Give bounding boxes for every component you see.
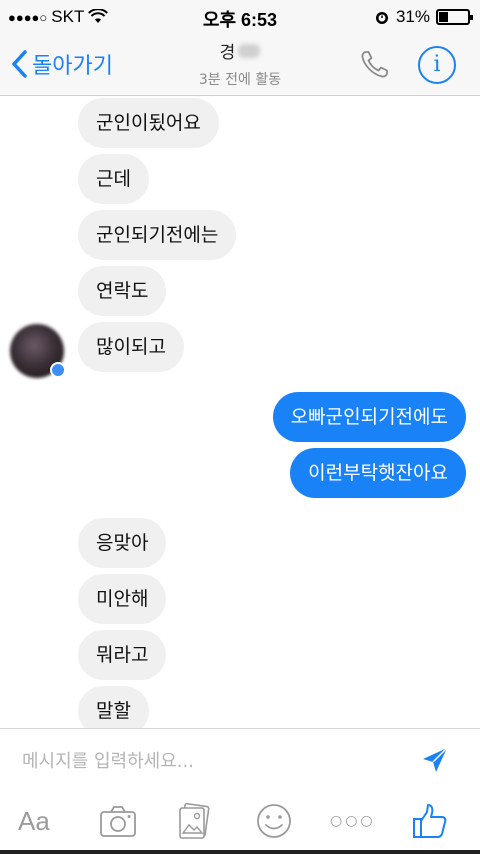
conversation-title[interactable]: 경 3분 전에 활동 <box>0 38 480 89</box>
message-bubble-incoming[interactable]: 많이되고 <box>78 322 184 372</box>
text-format-button[interactable]: Aa <box>18 799 50 843</box>
contact-name: 경 <box>220 38 261 63</box>
messenger-badge-icon <box>50 362 66 378</box>
message-bubble-incoming[interactable]: 군인이됬어요 <box>78 98 219 148</box>
navigation-bar: 돌아가기 경 3분 전에 활동 i <box>0 34 480 96</box>
battery-icon <box>436 9 473 25</box>
message-bubble-incoming[interactable]: 근데 <box>78 154 149 204</box>
battery-fill <box>439 12 449 22</box>
status-bar: ●●●●○ SKT 오후 6:53 31% <box>0 0 480 34</box>
bottom-edge <box>0 850 480 854</box>
battery-percent: 31% <box>395 7 430 26</box>
message-input[interactable]: 메시지를 입력하세요... <box>22 747 194 773</box>
message-bubble-outgoing[interactable]: 이런부탁햇잔아요 <box>290 448 466 498</box>
message-bubble-incoming[interactable]: 군인되기전에는 <box>78 210 237 260</box>
alarm-icon <box>375 12 388 24</box>
info-icon[interactable]: i <box>418 46 456 84</box>
thumbs-up-icon[interactable] <box>410 799 450 843</box>
camera-icon[interactable] <box>98 799 138 843</box>
gallery-icon[interactable] <box>176 799 212 843</box>
message-bubble-incoming[interactable]: 뭐라고 <box>78 630 167 680</box>
status-right: 31% <box>374 7 473 27</box>
message-bubble-outgoing[interactable]: 오빠군인되기전에도 <box>272 392 466 442</box>
send-icon[interactable] <box>420 745 450 775</box>
smiley-icon[interactable] <box>254 799 294 843</box>
message-bubble-incoming[interactable]: 응맞아 <box>78 518 167 568</box>
message-bubble-incoming[interactable]: 연락도 <box>78 266 167 316</box>
name-redaction <box>238 43 261 58</box>
message-thread[interactable]: 군인이됬어요 근데 군인되기전에는 연락도 많이되고 오빠군인되기전에도 이런부… <box>0 96 480 728</box>
composer-toolbar: Aa ○○○ <box>0 799 480 849</box>
phone-icon[interactable] <box>357 48 391 82</box>
message-bubble-incoming[interactable]: 미안해 <box>78 574 167 624</box>
messenger-screen: ●●●●○ SKT 오후 6:53 31% 돌아가기 경 3분 전에 활동 i … <box>0 0 480 854</box>
message-bubble-incoming[interactable]: 말할 <box>78 686 149 728</box>
contact-name-text: 경 <box>219 43 236 63</box>
last-active-status: 3분 전에 활동 <box>198 72 282 88</box>
composer: 메시지를 입력하세요... Aa ○○○ <box>0 728 480 854</box>
more-options-button[interactable]: ○○○ <box>330 799 376 843</box>
